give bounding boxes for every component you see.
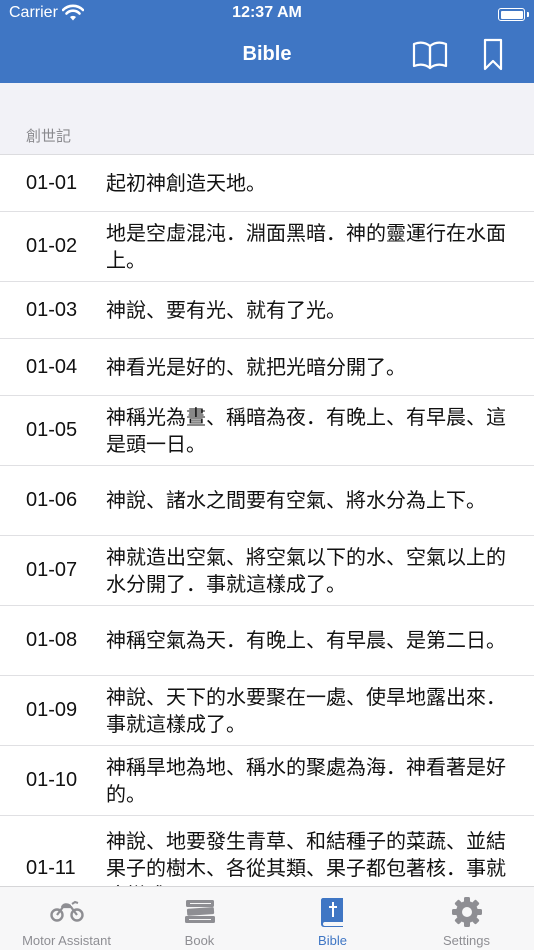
clock: 12:37 AM <box>232 4 302 21</box>
verse-row[interactable]: 01-02 地是空虛混沌．淵面黑暗．神的靈運行在水面上。 <box>0 212 534 282</box>
tab-label: Book <box>184 933 215 948</box>
tab-label: Settings <box>443 933 490 948</box>
verse-row[interactable]: 01-05 神稱光為晝、稱暗為夜．有晚上、有早晨、這是頭一日。 <box>0 396 534 466</box>
verse-row[interactable]: 01-09 神說、天下的水要聚在一處、使旱地露出來．事就這樣成了。 <box>0 676 534 746</box>
verse-row[interactable]: 01-08 神稱空氣為天．有晚上、有早晨、是第二日。 <box>0 606 534 676</box>
battery-cap <box>527 12 529 17</box>
verse-text: 神說、要有光、就有了光。 <box>106 297 346 322</box>
battery-icon <box>498 8 525 21</box>
verse-reference: 01-01 <box>26 171 78 194</box>
book-open-icon[interactable] <box>412 40 448 70</box>
tab-book[interactable]: Book <box>133 887 266 950</box>
verse-reference: 01-03 <box>26 298 78 321</box>
section-header: 創世記 <box>0 83 534 155</box>
verse-row[interactable]: 01-04 神看光是好的、就把光暗分開了。 <box>0 339 534 396</box>
tab-bar: Motor Assistant Book Bible Settings <box>0 886 534 950</box>
verse-text: 神就造出空氣、將空氣以下的水、空氣以上的水分開了．事就這樣成了。 <box>106 544 506 596</box>
tab-bible[interactable]: Bible <box>266 887 399 950</box>
verse-row[interactable]: 01-07 神就造出空氣、將空氣以下的水、空氣以上的水分開了．事就這樣成了。 <box>0 536 534 606</box>
verse-reference: 01-05 <box>26 419 78 441</box>
verse-row[interactable]: 01-03 神說、要有光、就有了光。 <box>0 282 534 339</box>
verse-reference: 01-04 <box>26 355 78 378</box>
verse-text: 神稱旱地為地、稱水的聚處為海．神看著是好的。 <box>106 754 506 806</box>
navigation-bar: Bible <box>0 28 534 83</box>
verse-list[interactable]: 創世記 01-01 起初神創造天地。 01-02 地是空虛混沌．淵面黑暗．神的靈… <box>0 83 534 886</box>
verse-text: 神說、地要發生青草、和結種子的菜蔬、並結果子的樹木、各從其類、果子都包著核．事就… <box>106 829 506 886</box>
verse-reference: 01-08 <box>26 629 78 651</box>
verse-reference: 01-07 <box>26 559 78 581</box>
verse-text: 神看光是好的、就把光暗分開了。 <box>106 354 406 379</box>
verse-text: 神稱光為晝、稱暗為夜．有晚上、有早晨、這是頭一日。 <box>106 404 506 456</box>
verse-text: 起初神創造天地。 <box>106 170 266 195</box>
motorcycle-icon <box>49 900 84 922</box>
tab-motor-assistant[interactable]: Motor Assistant <box>0 887 133 950</box>
tab-settings[interactable]: Settings <box>400 887 533 950</box>
status-bar: Carrier 12:37 AM <box>0 0 534 28</box>
verse-reference: 01-02 <box>26 235 78 257</box>
verse-text: 神稱空氣為天．有晚上、有早晨、是第二日。 <box>106 628 506 652</box>
page-title: Bible <box>242 43 292 65</box>
verse-reference: 01-11 <box>26 857 76 879</box>
books-icon <box>184 900 215 923</box>
verse-row[interactable]: 01-01 起初神創造天地。 <box>0 155 534 212</box>
verse-text: 神說、天下的水要聚在一處、使旱地露出來．事就這樣成了。 <box>106 684 506 736</box>
bookmark-icon[interactable] <box>481 38 505 72</box>
tab-label: Motor Assistant <box>22 933 111 948</box>
bible-icon <box>320 898 343 927</box>
verse-reference: 01-06 <box>26 489 78 511</box>
verse-row[interactable]: 01-06 神說、諸水之間要有空氣、將水分為上下。 <box>0 466 534 536</box>
section-title: 創世記 <box>26 127 72 145</box>
verse-text: 地是空虛混沌．淵面黑暗．神的靈運行在水面上。 <box>106 220 506 272</box>
verse-text: 神說、諸水之間要有空氣、將水分為上下。 <box>106 488 486 512</box>
tab-label: Bible <box>318 933 347 948</box>
gear-icon <box>451 897 482 927</box>
verse-reference: 01-09 <box>26 699 78 721</box>
verse-row[interactable]: 01-11 神說、地要發生青草、和結種子的菜蔬、並結果子的樹木、各從其類、果子都… <box>0 816 534 886</box>
verse-row[interactable]: 01-10 神稱旱地為地、稱水的聚處為海．神看著是好的。 <box>0 746 534 816</box>
verse-reference: 01-10 <box>26 769 78 791</box>
